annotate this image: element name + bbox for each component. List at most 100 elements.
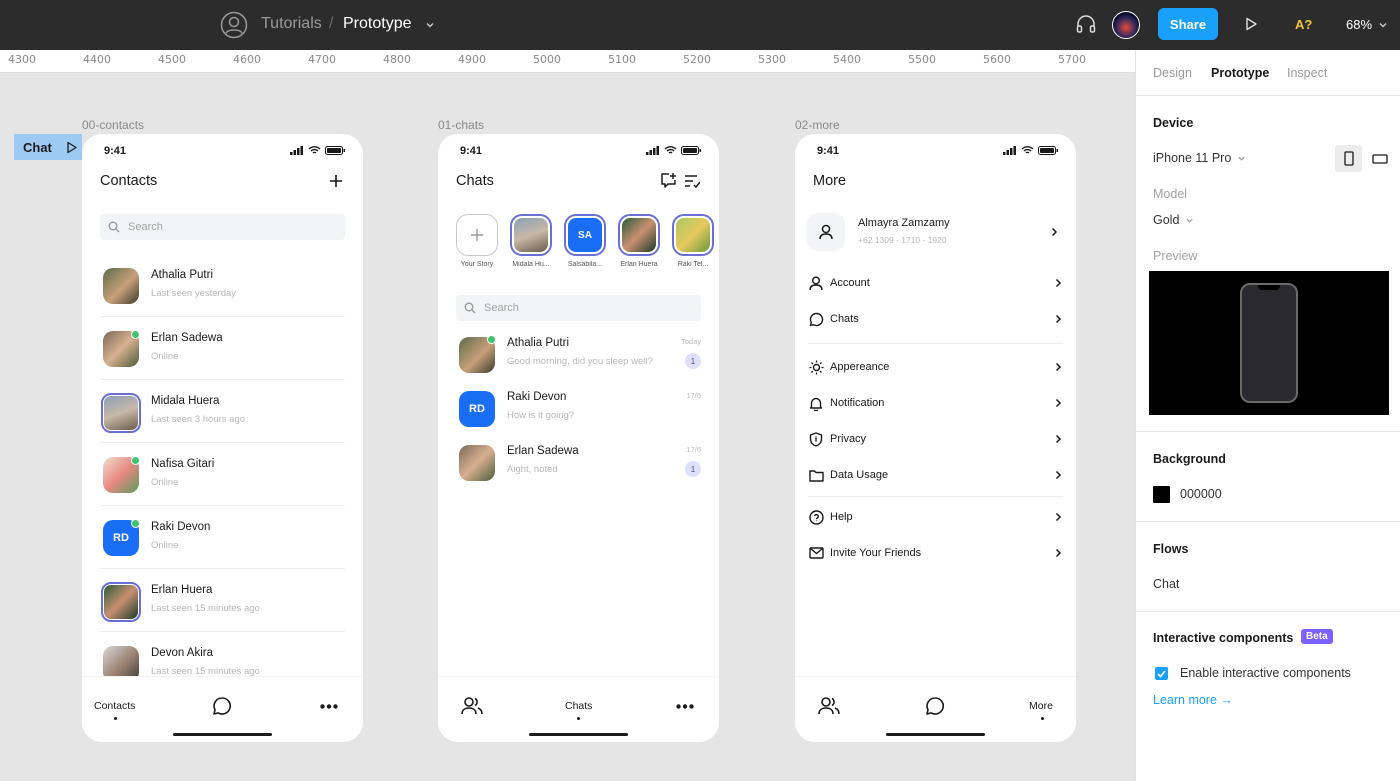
avatar[interactable] — [1112, 11, 1140, 39]
tab-design[interactable]: Design — [1153, 66, 1192, 80]
ruler-label: 4300 — [8, 53, 36, 66]
chevron-down-icon[interactable] — [425, 20, 435, 30]
zoom-chevron-down-icon[interactable] — [1378, 20, 1388, 30]
menu-item-account[interactable]: Account — [808, 266, 1063, 300]
battery-icon — [1038, 146, 1058, 155]
ruler-label: 4900 — [458, 53, 486, 66]
zoom-level[interactable]: 68% — [1346, 17, 1372, 32]
chevron-right-icon — [1055, 398, 1062, 408]
menu-item-chats[interactable]: Chats — [808, 302, 1063, 336]
frame-label-more[interactable]: 02-more — [795, 118, 840, 132]
contacts-frame[interactable]: 9:41 Contacts Search Athalia Putri Last … — [82, 134, 363, 742]
ruler-label: 5100 — [608, 53, 636, 66]
ruler-label: 5300 — [758, 53, 786, 66]
enable-interactive-label[interactable]: Enable interactive components — [1180, 666, 1351, 680]
online-indicator — [131, 330, 140, 339]
battery-icon — [325, 146, 345, 155]
chat-row[interactable]: RD Raki Devon How is it going? 17/6 — [456, 388, 701, 442]
chevron-right-icon — [1051, 227, 1058, 237]
story-item[interactable]: Raki Tel... — [672, 214, 714, 268]
wifi-icon — [308, 146, 321, 154]
tab-more[interactable]: More — [1029, 700, 1053, 712]
enable-interactive-checkbox[interactable] — [1155, 667, 1168, 680]
contact-name: Nafisa Gitari — [151, 458, 215, 470]
background-heading: Background — [1153, 452, 1226, 466]
menu-item-appearance[interactable]: Appereance — [808, 350, 1063, 384]
filter-list-icon[interactable] — [684, 174, 700, 188]
ruler-label: 5700 — [1058, 53, 1086, 66]
story-item[interactable]: Your Story — [456, 214, 498, 268]
flow-item-chat[interactable]: Chat — [1153, 577, 1179, 591]
breadcrumb-file[interactable]: Prototype — [343, 15, 411, 33]
share-button[interactable]: Share — [1158, 8, 1218, 40]
breadcrumb-project[interactable]: Tutorials — [261, 15, 322, 33]
contact-name: Erlan Sadewa — [151, 332, 223, 344]
menu-item-invite-friends[interactable]: Invite Your Friends — [808, 536, 1063, 570]
menu-item-notification[interactable]: Notification — [808, 386, 1063, 420]
chats-frame[interactable]: 9:41 Chats Your Story Midala Hu... SA Sa… — [438, 134, 719, 742]
folder-icon — [808, 469, 824, 482]
more-dots-icon[interactable] — [320, 704, 338, 709]
accessibility-button[interactable]: A? — [1295, 17, 1312, 32]
search-input[interactable]: Search — [100, 214, 345, 240]
story-item[interactable]: SA Salsabila... — [564, 214, 606, 268]
more-dots-icon[interactable] — [676, 704, 694, 709]
chat-row[interactable]: Athalia Putri Good morning, did you slee… — [456, 334, 701, 388]
more-frame[interactable]: 9:41 More Almayra Zamzamy +62 1309 - 171… — [795, 134, 1076, 742]
add-story-button[interactable] — [456, 214, 498, 256]
story-avatar — [618, 214, 660, 256]
properties-panel: Design Prototype Inspect Device iPhone 1… — [1135, 50, 1400, 781]
background-swatch[interactable] — [1153, 486, 1170, 503]
menu-label: Notification — [830, 397, 885, 409]
tab-inspect[interactable]: Inspect — [1287, 66, 1327, 80]
menu-item-help[interactable]: Help — [808, 500, 1063, 534]
story-item[interactable]: Midala Hu... — [510, 214, 552, 268]
portrait-button[interactable] — [1335, 145, 1362, 172]
story-item[interactable]: Erlan Huera — [618, 214, 660, 268]
frame-label-chats[interactable]: 01-chats — [438, 118, 484, 132]
contact-row[interactable]: RD Raki Devon Online — [100, 506, 345, 569]
tab-contacts[interactable]: Contacts — [94, 700, 135, 712]
user-circle-icon[interactable] — [220, 11, 248, 39]
contact-status: Last seen yesterday — [151, 288, 237, 299]
contacts-icon[interactable] — [818, 696, 840, 716]
plus-icon[interactable] — [329, 174, 343, 188]
chevron-right-icon — [1055, 278, 1062, 288]
model-label: Model — [1153, 187, 1188, 201]
chat-message: How is it going? — [507, 410, 575, 421]
menu-item-data-usage[interactable]: Data Usage — [808, 458, 1063, 492]
frame-label-contacts[interactable]: 00-contacts — [82, 118, 144, 132]
background-value[interactable]: 000000 — [1180, 487, 1222, 501]
model-select[interactable]: Gold — [1153, 213, 1194, 227]
contact-row[interactable]: Erlan Sadewa Online — [100, 317, 345, 380]
search-input[interactable]: Search — [456, 295, 701, 321]
ruler-label: 4800 — [383, 53, 411, 66]
mail-icon — [808, 547, 824, 559]
learn-more-link[interactable]: Learn more → — [1153, 693, 1233, 707]
flow-start-tag[interactable]: Chat — [14, 134, 82, 160]
headphones-icon[interactable] — [1075, 13, 1097, 35]
story-avatar: SA — [564, 214, 606, 256]
menu-item-privacy[interactable]: Privacy — [808, 422, 1063, 456]
contacts-icon[interactable] — [461, 696, 483, 716]
chat-row[interactable]: Erlan Sadewa Aight, noted 17/6 1 — [456, 442, 701, 496]
battery-icon — [681, 146, 701, 155]
ruler-label: 5600 — [983, 53, 1011, 66]
tab-prototype[interactable]: Prototype — [1211, 66, 1269, 80]
contact-row[interactable]: Erlan Huera Last seen 15 minutes ago — [100, 569, 345, 632]
tab-chats[interactable]: Chats — [565, 700, 592, 712]
chat-time: Today — [680, 337, 701, 346]
chat-bubble-icon[interactable] — [925, 696, 945, 716]
chevron-down-icon — [1186, 218, 1194, 223]
contact-row[interactable]: Midala Huera Last seen 3 hours ago — [100, 380, 345, 443]
play-icon[interactable] — [1243, 16, 1259, 32]
chat-bubble-icon[interactable] — [212, 696, 232, 716]
chevron-right-icon — [1055, 434, 1062, 444]
contact-row[interactable]: Athalia Putri Last seen yesterday — [100, 254, 345, 317]
device-select[interactable]: iPhone 11 Pro — [1153, 151, 1246, 165]
landscape-button[interactable] — [1366, 145, 1393, 172]
story-initials: SA — [568, 218, 602, 252]
new-chat-icon[interactable] — [660, 172, 677, 189]
contact-row[interactable]: Nafisa Gitari Online — [100, 443, 345, 506]
profile-row[interactable]: Almayra Zamzamy +62 1309 - 1710 - 1920 — [807, 212, 1063, 254]
